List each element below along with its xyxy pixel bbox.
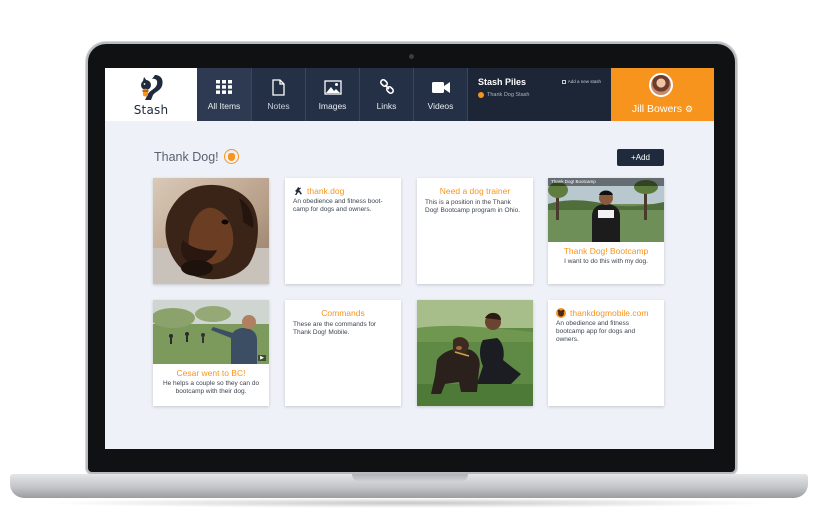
note-title: Commands — [321, 308, 365, 318]
app-name: Stash — [133, 103, 169, 117]
video-thumbnail[interactable]: Thank Dog! Bootcamp — [548, 178, 664, 242]
video-description: He helps a couple so they can do bootcam… — [162, 380, 260, 395]
page-title-row: Thank Dog! — [154, 149, 239, 164]
page-title: Thank Dog! — [154, 149, 219, 164]
link-title[interactable]: thank.dog — [307, 186, 344, 196]
running-dog-icon — [295, 187, 302, 195]
stash-piles-panel: Stash Piles Add a new stash Thank Dog St… — [467, 68, 611, 121]
dog-photo — [153, 178, 269, 284]
video-description: I want to do this with my dog. — [564, 258, 648, 265]
note-body: This is a position in the Thank Dog! Boo… — [425, 199, 521, 214]
tab-all-items[interactable]: All Items — [197, 68, 251, 121]
avatar[interactable] — [649, 73, 673, 97]
tab-label: All Items — [207, 101, 241, 111]
pile-item-label: Thank Dog Stash — [487, 92, 530, 98]
laptop-shadow — [40, 498, 780, 508]
image-card[interactable] — [417, 300, 533, 406]
youtube-icon: ▶ — [258, 355, 266, 361]
grid-icon — [216, 78, 232, 96]
tab-label: Videos — [427, 101, 454, 111]
add-button[interactable]: +Add — [617, 149, 664, 166]
note-card-commands[interactable]: Commands These are the commands for Than… — [285, 300, 401, 406]
link-card-thank-dog[interactable]: thank.dog An obedience and fitness boot-… — [285, 178, 401, 284]
tab-links[interactable]: Links — [359, 68, 413, 121]
user-name: Jill Bowers — [631, 103, 683, 115]
video-camera-icon — [431, 78, 450, 96]
acorn-icon — [223, 149, 239, 164]
dog-badge-icon — [556, 308, 566, 318]
bootcamp-video-frame — [548, 178, 664, 242]
tab-label: Links — [376, 101, 397, 111]
video-title: Thank Dog! Bootcamp — [563, 246, 649, 256]
squirrel-logo-icon — [141, 75, 163, 100]
link-card-thankdogmobile[interactable]: thankdogmobile.com An obedience and fitn… — [548, 300, 664, 406]
note-title: Need a dog trainer — [439, 186, 511, 196]
pile-item-thank-dog-stash[interactable]: Thank Dog Stash — [478, 92, 611, 98]
video-card-thank-dog-bootcamp[interactable]: Thank Dog! Bootcamp Thank Dog! Bootcamp … — [548, 178, 664, 284]
link-description: An obedience and fitness bootcamp app fo… — [556, 320, 636, 343]
webcam — [409, 54, 414, 59]
image-icon — [323, 78, 342, 96]
video-title-bar: Thank Dog! Bootcamp — [548, 178, 664, 186]
image-card[interactable] — [153, 178, 269, 284]
tab-label: Notes — [267, 101, 290, 111]
tab-videos[interactable]: Videos — [413, 68, 467, 121]
note-body: These are the commands for Thank Dog! Mo… — [293, 321, 377, 336]
tab-images[interactable]: Images — [305, 68, 359, 121]
video-title: Cesar went to BC! — [176, 368, 246, 378]
gear-icon[interactable]: ⚙ — [685, 104, 693, 115]
laptop-notch — [352, 474, 468, 482]
video-thumbnail[interactable]: ▶ — [153, 300, 269, 364]
add-stash-label: Add a new stash — [567, 79, 601, 84]
app-header: Stash All Items Notes Images Links Video… — [105, 68, 714, 121]
plus-square-icon — [561, 79, 566, 84]
woman-and-dog-photo — [417, 300, 533, 406]
document-icon — [272, 78, 285, 96]
acorn-icon — [478, 92, 484, 98]
tab-label: Images — [318, 101, 347, 111]
note-card-need-a-dog-trainer[interactable]: Need a dog trainer This is a position in… — [417, 178, 533, 284]
user-menu[interactable]: Jill Bowers ⚙ — [611, 68, 714, 121]
app-screen: Stash All Items Notes Images Links Video… — [105, 68, 714, 449]
tab-notes[interactable]: Notes — [251, 68, 305, 121]
chain-link-icon — [379, 78, 395, 96]
link-description: An obedience and fitness boot-camp for d… — [293, 198, 383, 213]
add-stash-button[interactable]: Add a new stash — [561, 79, 601, 84]
park-video-frame — [153, 300, 269, 364]
link-title[interactable]: thankdogmobile.com — [570, 308, 648, 318]
logo[interactable]: Stash — [105, 68, 197, 121]
video-card-cesar-went-to-bc[interactable]: ▶ Cesar went to BC! He helps a couple so… — [153, 300, 269, 406]
